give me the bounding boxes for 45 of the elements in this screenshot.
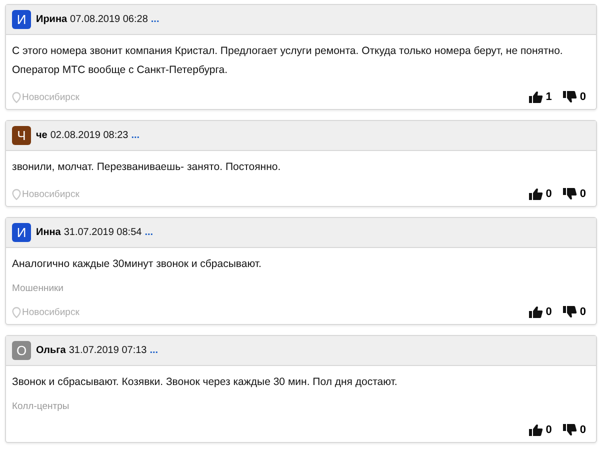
dislike-count: 0 <box>580 188 586 200</box>
thumbs-up-icon[interactable] <box>528 188 543 200</box>
comment-date: 02.08.2019 08:23 <box>50 130 128 141</box>
comment-date: 31.07.2019 07:13 <box>68 345 147 356</box>
like-count: 0 <box>546 424 552 436</box>
location-pin-icon <box>12 188 21 200</box>
avatar: О <box>12 341 31 360</box>
author-name[interactable]: Ирина <box>36 14 68 25</box>
avatar: И <box>12 223 31 242</box>
comment-date: 07.08.2019 06:28 <box>70 14 148 25</box>
more-link[interactable]: ... <box>144 227 154 238</box>
category-label: Мошенники <box>12 283 64 294</box>
location-label: Новосибирск <box>22 92 80 102</box>
thumbs-down-icon[interactable] <box>562 91 577 103</box>
thumbs-down-icon[interactable] <box>562 188 577 200</box>
dislike-count: 0 <box>580 306 586 318</box>
more-link[interactable]: ... <box>131 130 140 141</box>
location-pin-icon <box>12 92 21 102</box>
comment-text: Аналогично каждые 30минут звонок и сбрасывают. <box>12 257 262 272</box>
comment-text: Оператор МТС вообще с Санкт-Петербурга. <box>12 63 229 78</box>
comment-text: С этого номера звонит компания Кристал. Предлогает услуги ремонта. Откуда только номера берут, не понятно. <box>12 44 564 59</box>
dislike-count: 0 <box>580 91 586 103</box>
more-link[interactable]: ... <box>150 14 160 25</box>
like-count: 0 <box>546 306 552 318</box>
comment-text: Звонок и сбрасывают. Козявки. Звонок через каждые 30 мин. Пол дня достают. <box>12 375 398 390</box>
like-count: 1 <box>546 91 552 103</box>
thumbs-up-icon[interactable] <box>528 306 543 318</box>
category-label: Колл-центры <box>12 401 70 412</box>
location-label: Новосибирск <box>22 306 80 318</box>
like-count: 0 <box>546 188 552 200</box>
avatar: И <box>12 10 31 29</box>
thumbs-up-icon[interactable] <box>528 91 543 103</box>
location-label: Новосибирск <box>22 188 80 200</box>
author-name[interactable]: че <box>36 130 48 141</box>
comment-text: звонили, молчат. Перезваниваешь- занято. Постоянно. <box>12 160 282 175</box>
more-link[interactable]: ... <box>150 345 158 356</box>
location-pin-icon <box>12 306 21 318</box>
thumbs-down-icon[interactable] <box>562 424 577 436</box>
author-name[interactable]: Ольга <box>36 345 66 356</box>
author-name[interactable]: Инна <box>36 227 61 238</box>
avatar: Ч <box>12 126 31 145</box>
comment-date: 31.07.2019 08:54 <box>64 227 142 238</box>
dislike-count: 0 <box>580 424 586 436</box>
thumbs-down-icon[interactable] <box>562 306 577 318</box>
thumbs-up-icon[interactable] <box>528 424 543 436</box>
